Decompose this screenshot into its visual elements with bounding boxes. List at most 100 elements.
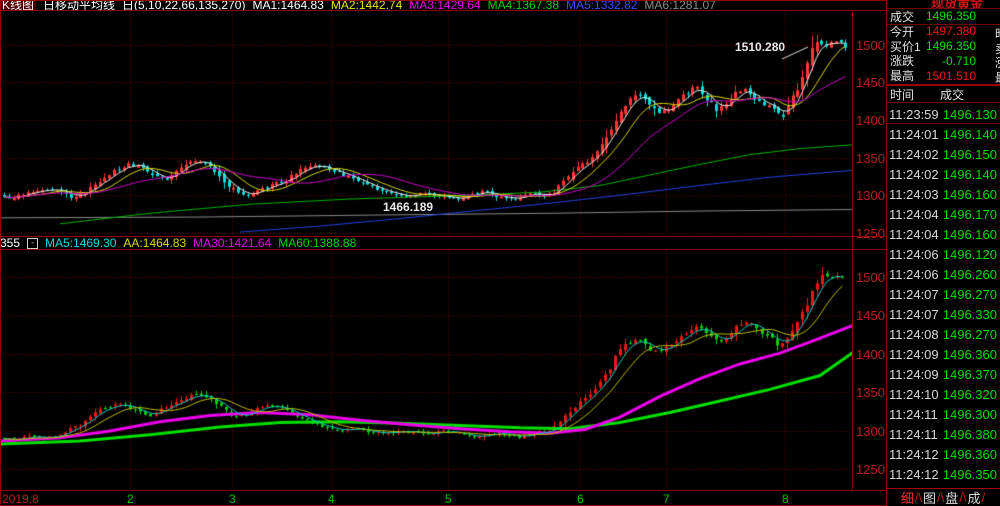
quote-row-最高: 最高1501.510最 [887,68,1000,83]
intraday-kline-chart[interactable] [0,250,853,490]
intraday-ytick-1350: 1350 [856,385,886,400]
tab-separator: /\ [937,490,944,505]
tick-table-header: 时间 成交 [887,86,1000,102]
tick-time: 11:24:11 [887,427,938,442]
tick-price: 1496.270 [943,287,1000,302]
tab-separator: /\ [959,490,966,505]
intraday-ytick-1250: 1250 [856,462,886,477]
intraday-header-part-5: MA60:1388.88 [278,238,356,249]
tick-time: 11:24:12 [887,467,939,482]
daily-header-part-8: MA6:1281.07 [644,0,715,10]
tick-row: 11:24:121496.360 [887,444,1000,464]
tick-time: 11:24:09 [887,367,939,382]
tab-图[interactable]: 图 [923,488,936,506]
quote-row-成交: 成交1496.350 [887,9,1000,24]
plot-right-border [852,11,853,490]
tick-row: 11:24:071496.270 [887,284,1000,304]
tick-time: 11:24:11 [887,407,938,422]
tick-row: 11:24:021496.150 [887,144,1000,164]
tick-price: 1496.130 [943,107,1000,122]
tick-time: 11:24:04 [887,207,939,222]
tab-成[interactable]: 成 [968,488,981,506]
intraday-collapse-icon[interactable]: - [27,238,38,249]
x-month-2: 2 [127,492,134,506]
daily-header-part-7: MA5:1332.82 [566,0,637,10]
daily-header-part-3: MA1:1464.83 [252,0,323,10]
tick-price: 1496.320 [943,387,1000,402]
tick-price: 1496.300 [943,407,1000,422]
tick-row: 11:24:12 1496.350 [887,464,1000,484]
daily-annotation-1: 1466.189 [383,200,433,214]
daily-header-part-6: MA4:1367.38 [488,0,559,10]
tab-盘[interactable]: 盘 [945,488,958,506]
x-month-5: 5 [445,492,452,506]
tick-row: 11:24:061496.260 [887,264,1000,284]
quote-value: 1497.380 [926,24,976,38]
tick-time: 11:24:03 [887,187,939,202]
daily-ytick-1300: 1300 [856,188,886,203]
tick-header-underline [887,102,1000,103]
tick-row: 11:24:041496.160 [887,224,1000,244]
daily-header-part-0: K线图 [0,0,36,10]
quote-row-今开: 今开1497.380昨 [887,24,1000,39]
tick-row: 11:24:11 1496.300 [887,404,1000,424]
daily-header-part-4: MA2:1442.74 [331,0,402,10]
daily-chart-header: K线图日移动平均线日(5,10,22,66,135,270)MA1:1464.8… [0,0,886,10]
tick-row: 11:23:59 1496.130 [887,104,1000,124]
tick-time: 11:24:09 [887,347,939,362]
tick-price: 1496.370 [943,367,1000,382]
tab-separator: / [982,490,986,505]
tick-price: 1496.260 [943,267,1000,282]
daily-ytick-1350: 1350 [856,151,886,166]
daily-annotation-0: 1510.280 [735,40,785,54]
tick-price: 1496.140 [943,127,1000,142]
daily-ytick-1500: 1500 [856,38,886,53]
tick-list[interactable]: 11:23:59 1496.130 11:24:01 1496.140 11:24:02… [887,104,1000,488]
tick-time: 11:24:04 [887,227,939,242]
x-axis-year-label: 2019.8 [2,492,39,506]
quote-row-涨跌: 涨跌-0.710涨 [887,53,1000,68]
separator-chart2-top [0,249,886,250]
x-month-3: 3 [229,492,236,506]
daily-header-part-2: 日(5,10,22,66,135,270) [122,0,245,10]
tick-time: 11:24:02 [887,167,939,182]
tick-header-trade: 成交 [940,86,964,103]
tick-time: 11:24:01 [887,127,939,142]
tick-price: 1496.270 [943,327,1000,342]
quote-row-买价1: 买价11496.350卖 [887,39,1000,54]
tick-row: 11:24:10 1496.320 [887,384,1000,404]
quote-value: 1501.510 [926,69,976,83]
tick-price: 1496.350 [943,467,1000,482]
tab-细[interactable]: 细 [901,488,914,506]
trading-terminal: K线图日移动平均线日(5,10,22,66,135,270)MA1:1464.8… [0,0,1000,506]
quote-value: 1496.350 [926,39,976,53]
tick-price: 1496.160 [943,187,1000,202]
intraday-header-part-0: 355 [0,238,20,249]
tick-row: 11:24:021496.140 [887,164,1000,184]
tick-row: 11:24:091496.360 [887,344,1000,364]
tick-price: 1496.330 [943,307,1000,322]
quote-value: -0.710 [942,54,976,68]
daily-ytick-1250: 1250 [856,226,886,241]
tab-separator: /\ [915,490,922,505]
border-top [0,0,1000,1]
quote-rows: 成交1496.350今开1497.380昨买价11496.350卖涨跌-0.71… [887,9,1000,83]
tick-time: 11:24:10 [887,387,939,402]
tick-price: 1496.120 [943,247,1000,262]
tick-row: 11:24:09 1496.370 [887,364,1000,384]
quote-label: 最高 [887,67,914,84]
tick-row: 11:24:081496.270 [887,324,1000,344]
x-month-4: 4 [328,492,335,506]
tick-row: 11:24:06 1496.120 [887,244,1000,264]
quote-tick-separator [887,84,1000,86]
tick-time: 11:24:12 [887,447,939,462]
tick-row: 11:24:071496.330 [887,304,1000,324]
bottom-tab-bar: 细/\图/\盘/\成/ [887,489,1000,506]
intraday-header-part-4: MA30:1421.64 [193,238,271,249]
intraday-ytick-1300: 1300 [856,424,886,439]
tick-row: 11:24:01 1496.140 [887,124,1000,144]
tick-time: 11:23:59 [887,107,939,122]
daily-ytick-1450: 1450 [856,75,886,90]
tick-time: 11:24:06 [887,247,939,262]
intraday-ytick-1500: 1500 [856,270,886,285]
